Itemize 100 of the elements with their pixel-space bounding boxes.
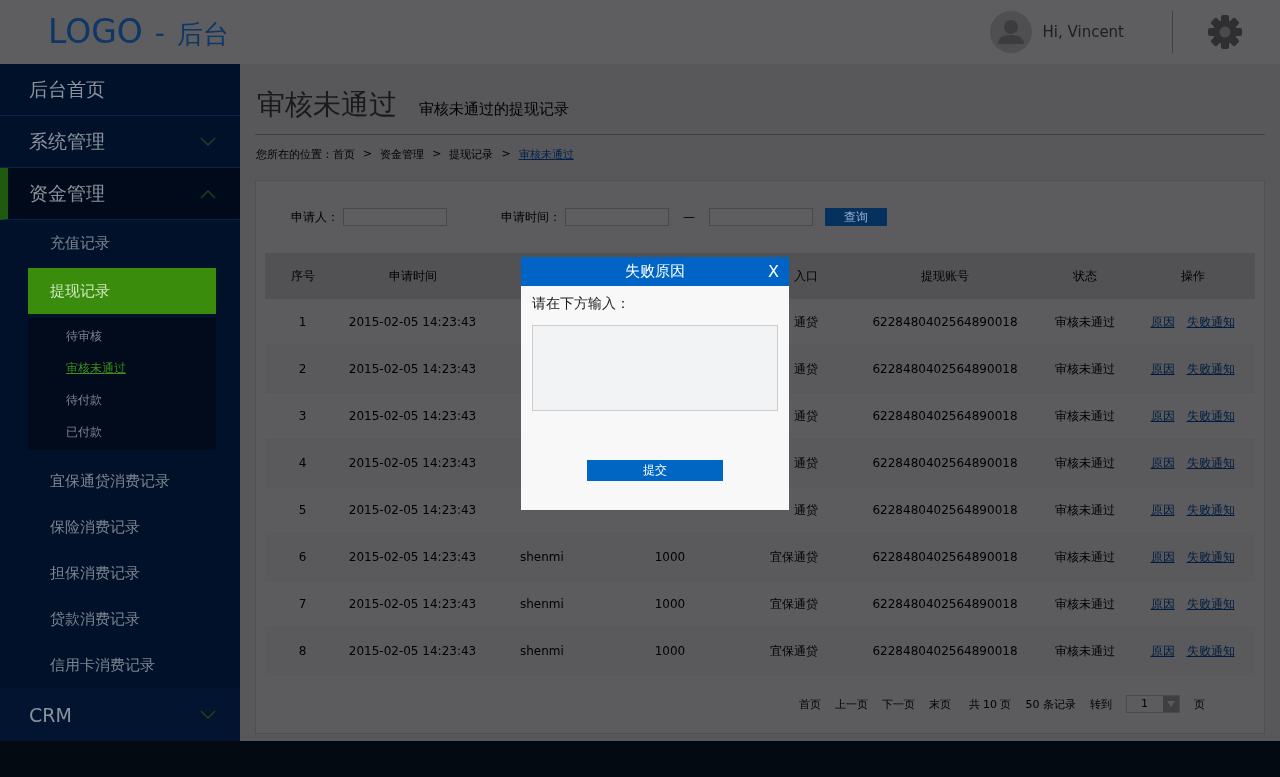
table-link[interactable]: 失败通知 [1186,408,1235,423]
page-title: 审核未通过 [257,87,397,123]
table-link[interactable]: 原因 [1150,502,1175,517]
table-link[interactable]: 原因 [1150,408,1175,423]
table-cell: shenmi [520,597,564,611]
nav-subitem[interactable]: 已付款 [28,416,216,448]
breadcrumb-link[interactable]: 资金管理 [380,147,425,162]
table-cell: 宜保通贷 [770,643,818,658]
time-label: 申请时间： [501,208,561,226]
applicant-label: 申请人： [291,208,339,226]
table-cell: 通贷 [794,502,818,517]
table-cell: 2015-02-05 14:23:43 [348,503,477,517]
table-link[interactable]: 原因 [1150,455,1175,470]
nav-subitem[interactable]: 待审核 [28,320,216,352]
nav-subitem[interactable]: 充值记录 [0,220,240,266]
table-cell: shenmi [520,550,564,564]
nav-subitem[interactable]: 宜保通贷消费记录 [0,458,240,504]
table-link[interactable]: 失败通知 [1186,549,1235,564]
table-cell: 2015-02-05 14:23:43 [348,409,477,423]
table-cell: 6228480402564890018 [872,597,1018,611]
nav-item[interactable]: 后台首页 [0,64,240,116]
pagination-link[interactable]: 下一页 [881,696,915,712]
table-cell: shenmi [520,644,564,658]
breadcrumb-link[interactable]: 首页 [333,147,355,162]
table-cell: 2015-02-05 14:23:43 [348,315,477,329]
close-button[interactable]: X [768,262,779,281]
table-link[interactable]: 失败通知 [1186,643,1235,658]
table-cell: 审核未通过 [1055,361,1115,376]
breadcrumb-label: 您所在的位置： [256,147,333,162]
table-cell: 7 [298,597,307,611]
page-select[interactable]: 1 [1126,695,1180,713]
table-cell: 6228480402564890018 [872,456,1018,470]
nav-subitem[interactable]: 待付款 [28,384,216,416]
table-cell: 2015-02-05 14:23:43 [348,456,477,470]
nav-subitem[interactable]: 信用卡消费记录 [0,642,240,688]
logo-separator: - [154,17,165,50]
breadcrumb-separator: > [501,147,511,162]
breadcrumb-separator: > [363,147,373,162]
record-count: 50 条记录 [1025,696,1076,712]
column-header: 序号 [290,268,315,283]
table-cell: 审核未通过 [1055,455,1115,470]
table-cell: 通贷 [794,408,818,423]
table-cell: 审核未通过 [1055,643,1115,658]
table-cell: 审核未通过 [1055,408,1115,423]
table-link[interactable]: 原因 [1150,314,1175,329]
nav-subitem[interactable]: 保险消费记录 [0,504,240,550]
pagination-link[interactable]: 上一页 [834,696,868,712]
breadcrumb-link[interactable]: 审核未通过 [518,147,574,162]
table-cell: 2015-02-05 14:23:43 [348,362,477,376]
column-header: 申请时间 [388,268,437,283]
table-cell: 6228480402564890018 [872,550,1018,564]
pagination-link[interactable]: 末页 [928,696,951,712]
table-link[interactable]: 失败通知 [1186,314,1235,329]
table-cell: 6228480402564890018 [872,409,1018,423]
nav-item[interactable]: CRM [0,688,240,741]
table-link[interactable]: 失败通知 [1186,361,1235,376]
nav-subitem[interactable]: 提现记录 [28,268,216,314]
table-cell: 通贷 [794,361,818,376]
table-cell: 2015-02-05 14:23:43 [348,597,477,611]
table-cell: 审核未通过 [1055,314,1115,329]
table-link[interactable]: 失败通知 [1186,502,1235,517]
logo-subtitle: 后台 [176,18,229,51]
search-button[interactable]: 查询 [825,208,887,226]
column-header: 状态 [1073,268,1097,283]
table-cell: 1000 [654,550,686,564]
table-link[interactable]: 原因 [1150,643,1175,658]
table-cell: 通贷 [794,314,818,329]
table-cell: 6228480402564890018 [872,644,1018,658]
nav-subitem[interactable]: 担保消费记录 [0,550,240,596]
table-link[interactable]: 失败通知 [1186,596,1235,611]
table-cell: 6228480402564890018 [872,503,1018,517]
table-link[interactable]: 失败通知 [1186,455,1235,470]
nav-item[interactable]: 资金管理 [0,168,240,220]
table-cell: 审核未通过 [1055,549,1115,564]
table-cell: 6228480402564890018 [872,362,1018,376]
table-cell: 8 [298,644,307,658]
table-cell: 宜保通贷 [770,549,818,564]
goto-label: 转到 [1090,696,1112,712]
user-greeting: Hi, Vincent [1042,23,1124,41]
table-link[interactable]: 原因 [1150,361,1175,376]
breadcrumb-separator: > [432,147,442,162]
breadcrumb-link[interactable]: 提现记录 [449,147,494,162]
nav-subitem[interactable]: 审核未通过 [28,352,216,384]
column-header: 提现账号 [921,268,969,283]
range-separator: — [683,210,695,224]
pagination-link[interactable]: 首页 [798,696,821,712]
nav-subitem[interactable]: 贷款消费记录 [0,596,240,642]
table-cell: 2015-02-05 14:23:43 [348,550,477,564]
table-link[interactable]: 原因 [1150,596,1175,611]
table-cell: 1000 [654,597,686,611]
table-cell: 通贷 [794,455,818,470]
page-count: 共 10 页 [968,696,1012,712]
dialog-title: 失败原因 [625,262,685,281]
submit-button[interactable]: 提交 [587,460,723,481]
dialog-prompt: 请在下方输入： [532,295,631,313]
table-cell: 审核未通过 [1055,502,1115,517]
table-cell: 5 [298,503,307,517]
table-link[interactable]: 原因 [1150,549,1175,564]
column-header: 操作 [1180,268,1205,283]
table-cell: 宜保通贷 [770,596,818,611]
